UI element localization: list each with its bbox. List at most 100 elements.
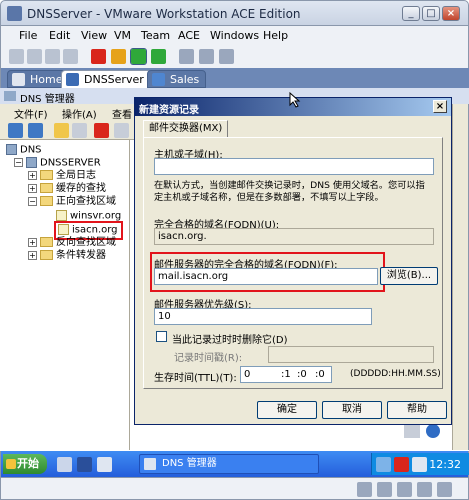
home-icon	[12, 73, 25, 86]
menu-file[interactable]: File	[19, 29, 37, 42]
unity-icon[interactable]	[199, 49, 214, 64]
security-tray-icon[interactable]	[394, 457, 409, 472]
right-pane-scrollbar[interactable]	[452, 104, 468, 450]
window-title: DNSServer - VMware Workstation ACE Editi…	[27, 7, 301, 21]
dialog-title: 新建资源记录	[139, 105, 199, 116]
snapshot-manager-icon[interactable]	[45, 49, 60, 64]
mmc-menu-action[interactable]: 操作(A)	[62, 106, 97, 121]
timestamp-label: 记录时间戳(R):	[174, 353, 243, 364]
pause-icon[interactable]	[111, 49, 126, 64]
browse-button[interactable]: 浏览(B)...	[380, 267, 438, 285]
network-icon	[404, 424, 420, 438]
tab-dnsserver[interactable]: DNSServer	[61, 70, 151, 88]
vmware-logo-icon	[7, 6, 22, 21]
settings-icon[interactable]	[63, 49, 78, 64]
start-button[interactable]: 开始	[3, 454, 47, 474]
folder-icon	[40, 183, 53, 193]
delete-icon[interactable]	[94, 123, 109, 138]
expand-icon[interactable]: +	[28, 170, 37, 180]
ttl-label: 生存时间(TTL)(T):	[154, 373, 237, 384]
tab-mx[interactable]: 邮件交换器(MX)	[143, 120, 229, 138]
mmc-title: DNS 管理器	[20, 94, 75, 105]
help-icon[interactable]	[426, 424, 440, 438]
network-tray-icon[interactable]	[376, 457, 391, 472]
vmware-title-bar: DNSServer - VMware Workstation ACE Editi…	[0, 0, 469, 26]
taskbar-item-dns-manager[interactable]: DNS 管理器	[139, 454, 319, 474]
device-sound-icon[interactable]	[437, 482, 452, 497]
device-network-icon[interactable]	[397, 482, 412, 497]
mail-server-input[interactable]: mail.isacn.org	[154, 268, 378, 285]
tree-node-global-log[interactable]: + 全局日志	[28, 170, 96, 182]
windows-flag-icon	[6, 459, 16, 469]
forward-icon[interactable]	[28, 123, 43, 138]
collapse-icon[interactable]: −	[14, 158, 23, 167]
menu-windows[interactable]: Windows	[210, 29, 259, 42]
show-hide-tree-icon[interactable]	[72, 123, 87, 138]
ttl-hours[interactable]: :1	[281, 367, 291, 382]
menu-view[interactable]: View	[81, 29, 107, 42]
reset-icon[interactable]	[151, 49, 166, 64]
cancel-button[interactable]: 取消	[322, 401, 382, 419]
ttl-input[interactable]: 0 :1 :0 :0	[240, 366, 332, 383]
mmc-menu-file[interactable]: 文件(F)	[14, 106, 48, 121]
quicklaunch-server-manager-icon[interactable]	[57, 457, 72, 472]
tab-sales[interactable]: Sales	[147, 70, 207, 88]
priority-input[interactable]: 10	[154, 308, 372, 325]
maximize-button[interactable]: □	[422, 6, 440, 21]
volume-tray-icon[interactable]	[412, 457, 427, 472]
team-icon	[152, 73, 165, 86]
tree-node-dns[interactable]: DNS	[6, 144, 42, 157]
tree-node-conditional-forwarders[interactable]: + 条件转发器	[28, 250, 106, 262]
delete-stale-checkbox[interactable]	[156, 331, 167, 342]
help-button[interactable]: 帮助	[387, 401, 447, 419]
menu-vm[interactable]: VM	[114, 29, 131, 42]
host-input[interactable]	[154, 158, 434, 175]
tree-node-server[interactable]: − DNSSERVER	[14, 157, 101, 170]
vm-toolbar	[0, 46, 469, 68]
device-hdd-icon[interactable]	[357, 482, 372, 497]
menu-help[interactable]: Help	[263, 29, 288, 42]
close-button[interactable]: ×	[442, 6, 460, 21]
menu-team[interactable]: Team	[141, 29, 170, 42]
ttl-seconds[interactable]: :0	[315, 367, 325, 382]
up-icon[interactable]	[54, 123, 69, 138]
dialog-close-button[interactable]: ×	[433, 100, 447, 113]
properties-icon[interactable]	[114, 123, 129, 138]
power-off-icon[interactable]	[91, 49, 106, 64]
menu-edit[interactable]: Edit	[49, 29, 70, 42]
device-usb-icon[interactable]	[417, 482, 432, 497]
revert-icon[interactable]	[27, 49, 42, 64]
taskbar: 开始 DNS 管理器 12:32	[0, 451, 469, 477]
server-icon	[26, 157, 37, 168]
ttl-minutes[interactable]: :0	[297, 367, 307, 382]
console-view-icon[interactable]	[219, 49, 234, 64]
expand-icon[interactable]: +	[28, 237, 37, 247]
tree-node-reverse-zones[interactable]: + 反向查找区域	[28, 237, 116, 249]
collapse-icon[interactable]: −	[28, 196, 37, 206]
play-icon[interactable]	[130, 48, 147, 65]
dns-icon	[6, 144, 17, 155]
dns-tree: DNS − DNSSERVER + 全局日志 + 缓存的查找 − 正向查找区域 wins…	[0, 140, 130, 450]
back-icon[interactable]	[8, 123, 23, 138]
quicklaunch-explorer-icon[interactable]	[97, 457, 112, 472]
mouse-cursor-icon	[289, 92, 301, 108]
tree-node-forward-zones[interactable]: − 正向查找区域	[28, 196, 116, 208]
expand-icon[interactable]: +	[28, 250, 37, 260]
device-cdrom-icon[interactable]	[377, 482, 392, 497]
clock: 12:32	[429, 458, 461, 471]
tree-node-cache[interactable]: + 缓存的查找	[28, 183, 106, 195]
mmc-menu-bar: 文件(F) 操作(A) 查看	[0, 104, 140, 121]
minimize-button[interactable]: _	[402, 6, 420, 21]
ok-button[interactable]: 确定	[257, 401, 317, 419]
quicklaunch-powershell-icon[interactable]	[77, 457, 92, 472]
full-screen-icon[interactable]	[179, 49, 194, 64]
mx-panel: 主机或子域(H): 在默认方式，当创建邮件交换记录时，DNS 使用父域名。您可以…	[143, 137, 443, 389]
menu-ace[interactable]: ACE	[178, 29, 200, 42]
expand-icon[interactable]: +	[28, 183, 37, 193]
dns-manager-icon	[144, 458, 156, 470]
fqdn-readonly-field: isacn.org.	[154, 228, 434, 245]
delete-stale-label: 当此记录过时时删除它(D)	[172, 335, 288, 346]
ttl-days[interactable]: 0	[244, 369, 250, 380]
mmc-menu-view[interactable]: 查看	[112, 106, 132, 121]
snapshot-icon[interactable]	[9, 49, 24, 64]
